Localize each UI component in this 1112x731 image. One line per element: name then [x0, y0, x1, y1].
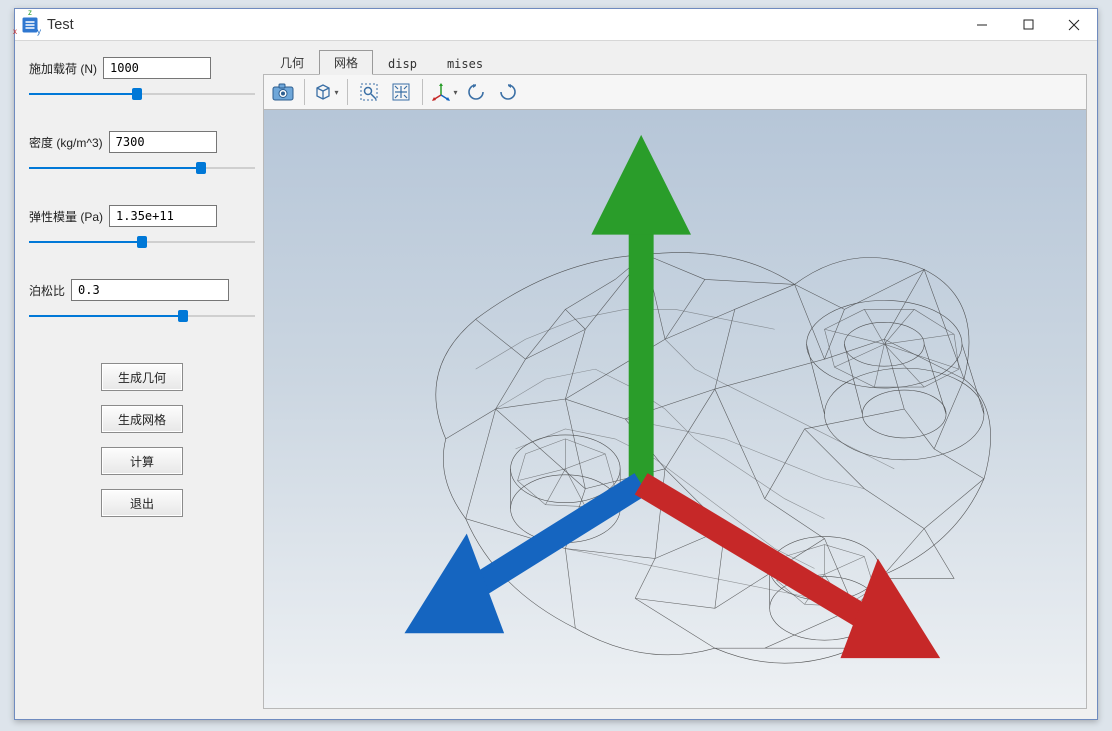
axis-triad-icon	[280, 110, 1087, 708]
axes-icon	[430, 81, 452, 103]
compute-button[interactable]: 计算	[101, 447, 183, 475]
tab-geometry[interactable]: 几何	[265, 50, 319, 75]
param-label: 泊松比	[29, 282, 65, 299]
young-slider[interactable]	[29, 233, 255, 251]
tab-mises[interactable]: mises	[432, 53, 498, 75]
tab-mesh[interactable]: 网格	[319, 50, 373, 75]
camera-icon	[272, 83, 294, 101]
young-modulus-input[interactable]	[109, 205, 217, 227]
titlebar: Test	[15, 9, 1097, 41]
poisson-slider[interactable]	[29, 307, 255, 325]
generate-geometry-button[interactable]: 生成几何	[101, 363, 183, 391]
zoom-rect-button[interactable]	[354, 77, 384, 107]
view-cube-button[interactable]: ▾	[311, 77, 341, 107]
poisson-input[interactable]	[71, 279, 229, 301]
density-slider[interactable]	[29, 159, 255, 177]
snapshot-button[interactable]	[268, 77, 298, 107]
param-young: 弹性模量 (Pa)	[29, 205, 255, 251]
param-density: 密度 (kg/m^3)	[29, 131, 255, 177]
generate-mesh-button[interactable]: 生成网格	[101, 405, 183, 433]
fit-icon	[391, 82, 411, 102]
zoom-rect-icon	[359, 82, 379, 102]
fit-view-button[interactable]	[386, 77, 416, 107]
parameter-panel: 施加载荷 (N) 密度 (kg/m^3)	[25, 51, 257, 709]
window-title: Test	[47, 17, 74, 33]
load-input[interactable]	[103, 57, 211, 79]
param-label: 弹性模量 (Pa)	[29, 208, 103, 225]
rotate-cw-icon	[498, 82, 518, 102]
cube-icon	[313, 82, 333, 102]
app-window: Test 施加载荷 (N)	[14, 8, 1098, 720]
density-input[interactable]	[109, 131, 217, 153]
exit-button[interactable]: 退出	[101, 489, 183, 517]
result-tabbar: 几何 网格 disp mises	[263, 51, 1087, 75]
viewer-panel: 几何 网格 disp mises ▾	[263, 51, 1087, 709]
maximize-button[interactable]	[1005, 9, 1051, 41]
param-load: 施加载荷 (N)	[29, 57, 255, 103]
mesh-viewport[interactable]	[263, 110, 1087, 709]
axes-toggle-button[interactable]: z x y ▾	[429, 77, 459, 107]
tab-disp[interactable]: disp	[373, 53, 432, 75]
minimize-button[interactable]	[959, 9, 1005, 41]
rotate-cw-button[interactable]	[493, 77, 523, 107]
rotate-ccw-icon	[466, 82, 486, 102]
load-slider[interactable]	[29, 85, 255, 103]
param-label: 施加载荷 (N)	[29, 60, 97, 77]
param-poisson: 泊松比	[29, 279, 255, 325]
close-button[interactable]	[1051, 9, 1097, 41]
viewer-toolbar: ▾ z x	[263, 74, 1087, 110]
param-label: 密度 (kg/m^3)	[29, 134, 103, 151]
rotate-ccw-button[interactable]	[461, 77, 491, 107]
